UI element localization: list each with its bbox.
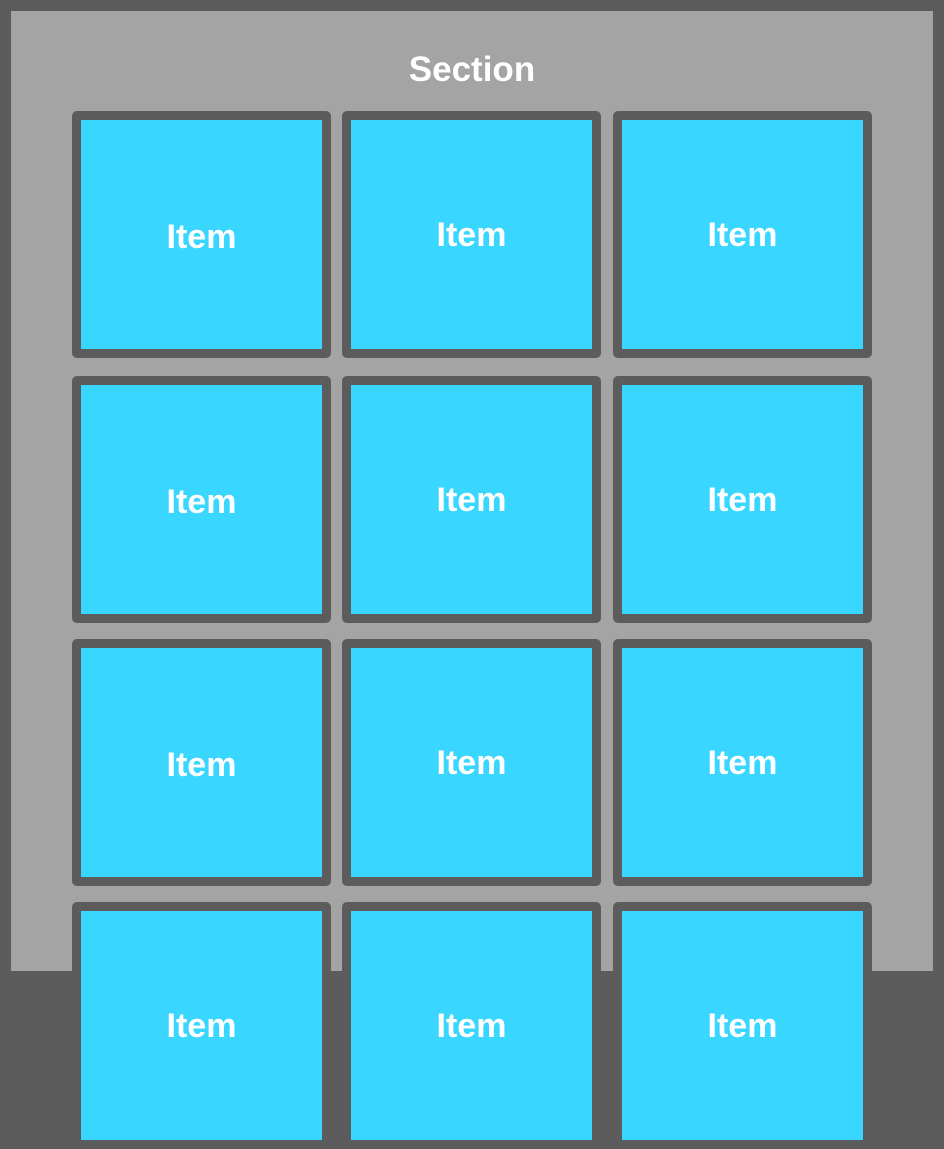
grid-item[interactable]: Item (72, 639, 331, 886)
grid-item[interactable]: Item (72, 111, 331, 358)
grid-item-label: Item (166, 745, 237, 784)
grid-item-label: Item (707, 1006, 778, 1045)
grid-item-label: Item (707, 215, 778, 254)
grid-item[interactable]: Item (342, 639, 601, 886)
grid-item[interactable]: Item (613, 111, 872, 358)
grid-item-label: Item (436, 215, 507, 254)
grid-item-label: Item (707, 743, 778, 782)
grid-item-label: Item (436, 1006, 507, 1045)
grid-item[interactable]: Item (342, 111, 601, 358)
grid-item-label: Item (436, 480, 507, 519)
grid-item-label: Item (707, 480, 778, 519)
grid-item-label: Item (166, 482, 237, 521)
grid-item[interactable]: Item (613, 902, 872, 1149)
grid-item[interactable]: Item (342, 376, 601, 623)
grid-item-label: Item (436, 743, 507, 782)
section-panel: Section Item Item Item Item Item Item It… (11, 11, 933, 1149)
grid-item[interactable]: Item (342, 902, 601, 1149)
grid-item[interactable]: Item (72, 376, 331, 623)
grid-item[interactable]: Item (613, 639, 872, 886)
grid-item[interactable]: Item (613, 376, 872, 623)
section-title: Section (408, 50, 536, 89)
grid-item-label: Item (166, 217, 237, 256)
grid-item-label: Item (166, 1006, 237, 1045)
grid-item[interactable]: Item (72, 902, 331, 1149)
